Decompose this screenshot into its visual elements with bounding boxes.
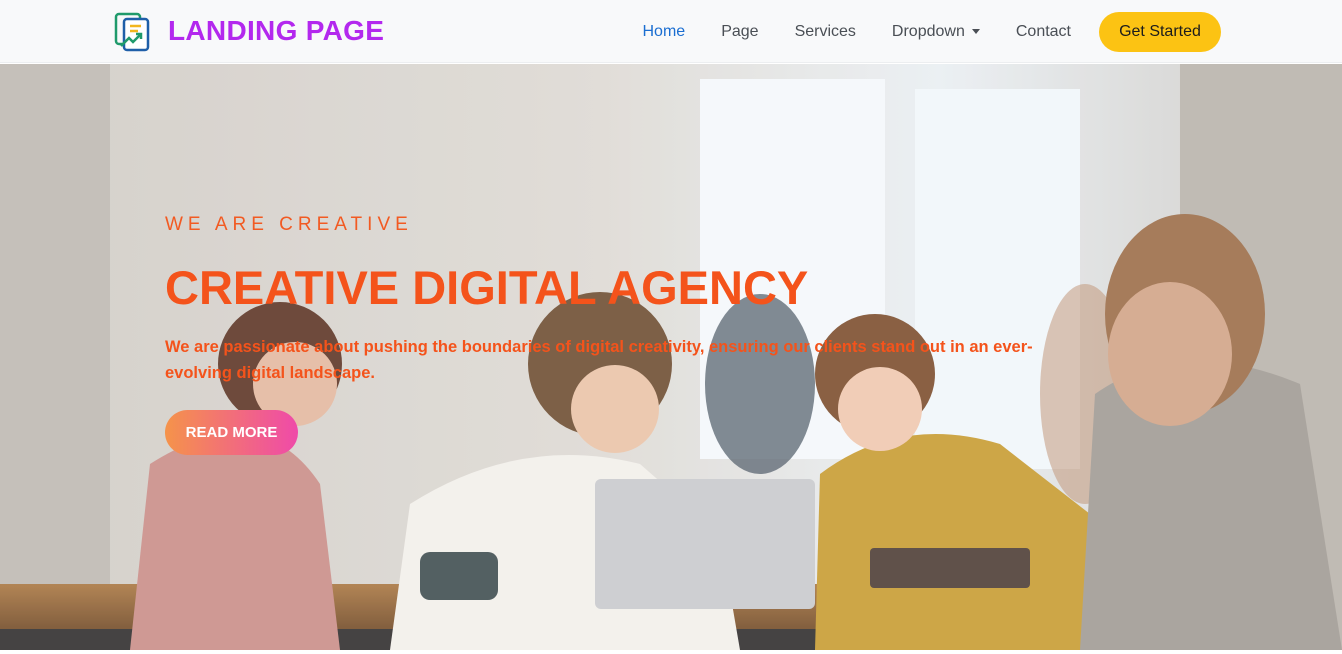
hero-content: WE ARE CREATIVE CREATIVE DIGITAL AGENCY …: [165, 214, 1065, 455]
nav-dropdown-label: Dropdown: [891, 22, 965, 40]
get-started-button[interactable]: Get Started: [1099, 11, 1221, 52]
nav-page[interactable]: Page: [703, 23, 776, 41]
hero-eyebrow: WE ARE CREATIVE: [165, 214, 413, 235]
growth-chart-logo-icon: [114, 12, 150, 52]
caret-down-icon: [971, 29, 980, 34]
hero-section: WE ARE CREATIVE CREATIVE DIGITAL AGENCY …: [0, 64, 1342, 650]
main-nav: Home Page Services Dropdown Contact Get …: [625, 0, 1221, 63]
read-more-button[interactable]: READ MORE: [165, 410, 298, 455]
brand-link[interactable]: LANDING PAGE: [114, 9, 384, 53]
hero-lead: We are passionate about pushing the boun…: [165, 338, 1033, 382]
nav-home[interactable]: Home: [625, 23, 704, 41]
nav-contact[interactable]: Contact: [998, 23, 1089, 41]
nav-dropdown[interactable]: Dropdown: [874, 23, 998, 41]
hero-headline: CREATIVE DIGITAL AGENCY: [165, 261, 809, 314]
nav-services[interactable]: Services: [777, 23, 874, 41]
brand-name: LANDING PAGE: [168, 15, 385, 46]
navbar: LANDING PAGE Home Page Services Dropdown…: [0, 0, 1342, 63]
